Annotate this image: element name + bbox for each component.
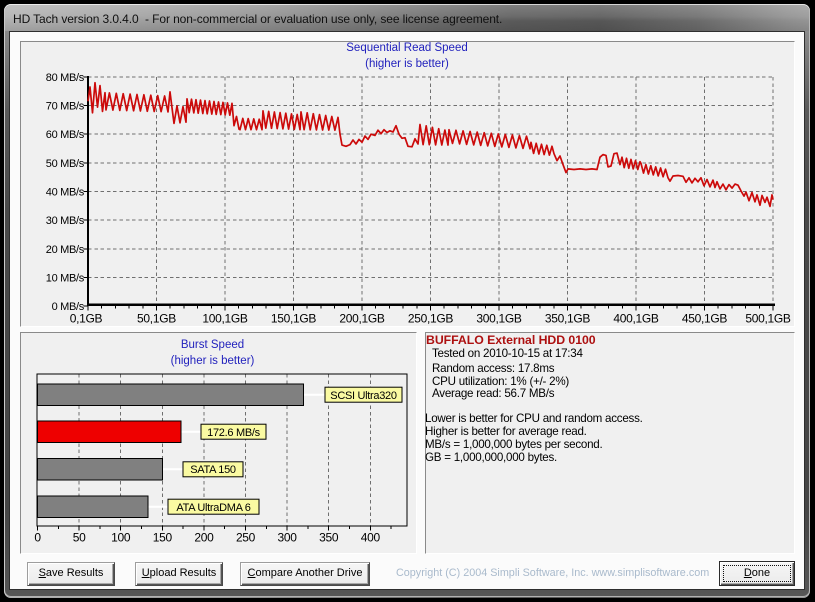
svg-text:70 MB/s: 70 MB/s: [46, 101, 85, 113]
svg-text:100,1GB: 100,1GB: [202, 312, 248, 326]
svg-text:350,1GB: 350,1GB: [545, 312, 591, 326]
svg-text:SATA 150: SATA 150: [190, 464, 236, 476]
svg-text:400: 400: [361, 531, 381, 545]
svg-text:0,1GB: 0,1GB: [70, 312, 103, 326]
svg-text:400,1GB: 400,1GB: [613, 312, 659, 326]
svg-text:40 MB/s: 40 MB/s: [46, 187, 85, 199]
svg-text:500,1GB: 500,1GB: [745, 312, 791, 326]
svg-text:60 MB/s: 60 MB/s: [46, 129, 85, 141]
svg-text:200,1GB: 200,1GB: [339, 312, 385, 326]
svg-text:50: 50: [73, 531, 86, 545]
svg-text:0: 0: [34, 531, 41, 545]
svg-text:ATA UltraDMA 6: ATA UltraDMA 6: [176, 502, 250, 514]
svg-text:100: 100: [111, 531, 131, 545]
svg-text:450,1GB: 450,1GB: [682, 312, 728, 326]
svg-text:30 MB/s: 30 MB/s: [46, 215, 85, 227]
svg-text:150,1GB: 150,1GB: [271, 312, 317, 326]
svg-text:300,1GB: 300,1GB: [476, 312, 522, 326]
svg-text:250,1GB: 250,1GB: [408, 312, 454, 326]
svg-text:300: 300: [278, 531, 298, 545]
svg-text:50 MB/s: 50 MB/s: [46, 158, 85, 170]
svg-text:350: 350: [319, 531, 339, 545]
svg-text:150: 150: [153, 531, 173, 545]
svg-text:80 MB/s: 80 MB/s: [46, 72, 85, 84]
svg-text:50,1GB: 50,1GB: [137, 312, 176, 326]
svg-text:200: 200: [194, 531, 214, 545]
svg-text:172.6 MB/s: 172.6 MB/s: [207, 427, 260, 439]
svg-text:20 MB/s: 20 MB/s: [46, 244, 85, 256]
svg-text:250: 250: [236, 531, 256, 545]
svg-text:SCSI Ultra320: SCSI Ultra320: [330, 390, 397, 402]
svg-text:10 MB/s: 10 MB/s: [46, 272, 85, 284]
